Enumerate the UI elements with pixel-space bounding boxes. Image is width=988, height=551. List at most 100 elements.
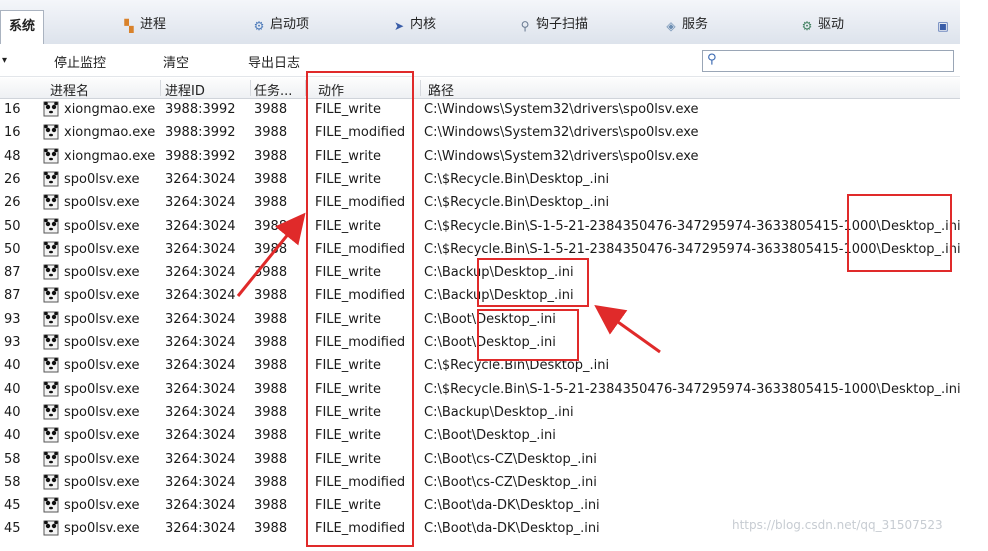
process-id: 3264:3024 xyxy=(165,195,236,211)
row-index: 40 xyxy=(4,381,21,397)
task-id: 3988 xyxy=(254,241,288,257)
process-name: spo0lsv.exe xyxy=(64,381,140,397)
tab-process[interactable]: ▚ 进程 xyxy=(122,12,166,38)
row-index: 93 xyxy=(4,311,21,327)
tab-kernel[interactable]: ➤ 内核 xyxy=(392,12,436,38)
table-row[interactable]: 50 spo0lsv.exe 3264:3024 3988 FILE_write C:\$… xyxy=(0,216,961,239)
row-index: 58 xyxy=(4,451,21,467)
process-name: xiongmao.exe xyxy=(64,125,156,141)
table-row[interactable]: 26 spo0lsv.exe 3264:3024 3988 FILE_write C:\$… xyxy=(0,169,960,192)
process-name: spo0lsv.exe xyxy=(64,265,140,281)
tab-hook-scan[interactable]: ⚲ 钩子扫描 xyxy=(518,12,588,38)
action: FILE_write xyxy=(315,451,381,467)
column-divider xyxy=(160,80,161,96)
tab-service[interactable]: ◈ 服务 xyxy=(664,12,708,38)
column-header-task[interactable]: 任务... xyxy=(254,80,292,99)
action: FILE_write xyxy=(315,498,381,514)
process-id: 3988:3992 xyxy=(165,148,236,164)
process-id: 3264:3024 xyxy=(165,381,236,397)
process-id: 3264:3024 xyxy=(165,428,236,444)
action: FILE_modified xyxy=(315,335,406,350)
row-index: 40 xyxy=(4,428,21,444)
row-index: 93 xyxy=(4,335,21,350)
action: FILE_write xyxy=(315,148,381,164)
table-row[interactable]: 45 spo0lsv.exe 3264:3024 3988 FILE_write C:\B… xyxy=(0,495,960,518)
row-index: 50 xyxy=(4,218,21,234)
column-header-pid[interactable]: 进程ID xyxy=(165,80,205,99)
file-path: C:\Boot\Desktop_.ini xyxy=(424,335,556,350)
process-id: 3264:3024 xyxy=(165,358,236,374)
task-id: 3988 xyxy=(254,171,288,187)
column-divider xyxy=(420,80,421,96)
process-id: 3988:3992 xyxy=(165,102,236,117)
file-path: C:\Windows\System32\drivers\spo0lsv.exe xyxy=(424,148,699,164)
column-header-path[interactable]: 路径 xyxy=(428,80,454,99)
table-row[interactable]: 93 spo0lsv.exe 3264:3024 3988 FILE_modified C… xyxy=(0,332,960,355)
process-id: 3264:3024 xyxy=(165,241,236,257)
table-row[interactable]: 40 spo0lsv.exe 3264:3024 3988 FILE_write C:\B… xyxy=(0,425,960,448)
table-row[interactable]: 40 spo0lsv.exe 3264:3024 3988 FILE_write C:\$… xyxy=(0,379,961,402)
task-id: 3988 xyxy=(254,428,288,444)
task-id: 3988 xyxy=(254,102,288,117)
search-box[interactable]: ⚲ xyxy=(702,50,954,72)
file-path: C:\Boot\Desktop_.ini xyxy=(424,428,556,444)
table-row[interactable]: 50 spo0lsv.exe 3264:3024 3988 FILE_modified C… xyxy=(0,239,961,262)
tab-bar: 系统 ▚ 进程 ⚙ 启动项 ➤ 内核 ⚲ 钩子扫描 ◈ 服务 ⚙ 驱动 ▣ xyxy=(0,0,960,45)
process-id: 3264:3024 xyxy=(165,451,236,467)
process-id: 3264:3024 xyxy=(165,335,236,350)
table-row[interactable]: 16 xiongmao.exe 3988:3992 3988 FILE_write C:\… xyxy=(0,99,960,122)
panda-process-icon xyxy=(43,101,59,117)
panda-process-icon xyxy=(43,334,59,350)
table-row[interactable]: 93 spo0lsv.exe 3264:3024 3988 FILE_write C:\B… xyxy=(0,309,960,332)
table-row[interactable]: 48 xiongmao.exe 3988:3992 3988 FILE_write C:\… xyxy=(0,146,960,169)
tab-driver[interactable]: ⚙ 驱动 xyxy=(800,12,844,38)
column-divider xyxy=(305,80,306,96)
action: FILE_modified xyxy=(315,474,406,490)
row-index: 16 xyxy=(4,125,21,141)
table-row[interactable]: 40 spo0lsv.exe 3264:3024 3988 FILE_write C:\$… xyxy=(0,355,960,378)
task-id: 3988 xyxy=(254,474,288,490)
driver-icon: ⚙ xyxy=(801,19,813,33)
table-row[interactable]: 16 xiongmao.exe 3988:3992 3988 FILE_modified… xyxy=(0,122,960,145)
column-header-process-name[interactable]: 进程名 xyxy=(50,80,89,99)
process-id: 3264:3024 xyxy=(165,474,236,490)
table-row[interactable]: 40 spo0lsv.exe 3264:3024 3988 FILE_write C:\B… xyxy=(0,402,960,425)
tab-startup[interactable]: ⚙ 启动项 xyxy=(252,12,309,38)
tab-more[interactable]: ▣ xyxy=(936,12,954,38)
process-icon: ▚ xyxy=(124,19,134,33)
file-path: C:\$Recycle.Bin\Desktop_.ini xyxy=(424,358,610,374)
tab-system[interactable]: 系统 xyxy=(0,10,45,45)
network-icon: ▣ xyxy=(937,19,949,33)
action: FILE_write xyxy=(315,428,381,444)
search-input[interactable] xyxy=(727,51,951,71)
process-name: spo0lsv.exe xyxy=(64,241,140,257)
table-row[interactable]: 87 spo0lsv.exe 3264:3024 3988 FILE_modified C… xyxy=(0,285,960,308)
action: FILE_modified xyxy=(315,521,406,537)
action: FILE_write xyxy=(315,171,381,187)
column-header-action[interactable]: 动作 xyxy=(318,80,344,99)
kernel-icon: ➤ xyxy=(393,19,405,33)
table-row[interactable]: 58 spo0lsv.exe 3264:3024 3988 FILE_modified C… xyxy=(0,472,960,495)
process-name: spo0lsv.exe xyxy=(64,474,140,490)
file-path: C:\Backup\Desktop_.ini xyxy=(424,404,574,420)
process-name: spo0lsv.exe xyxy=(64,521,140,537)
dropdown-arrow-icon[interactable]: ▾ xyxy=(2,55,7,66)
task-id: 3988 xyxy=(254,148,288,164)
process-id: 3264:3024 xyxy=(165,498,236,514)
table-row[interactable]: 87 spo0lsv.exe 3264:3024 3988 FILE_write C:\B… xyxy=(0,262,960,285)
table-row[interactable]: 58 spo0lsv.exe 3264:3024 3988 FILE_write C:\B… xyxy=(0,449,960,472)
file-path: C:\Boot\cs-CZ\Desktop_.ini xyxy=(424,451,597,467)
row-index: 26 xyxy=(4,171,21,187)
panda-process-icon xyxy=(43,264,59,280)
stop-monitor-button[interactable]: 停止监控 xyxy=(54,52,106,71)
action: FILE_write xyxy=(315,102,381,117)
table-row[interactable]: 26 spo0lsv.exe 3264:3024 3988 FILE_modified C… xyxy=(0,192,960,215)
file-path: C:\Boot\da-DK\Desktop_.ini xyxy=(424,521,600,537)
clear-button[interactable]: 清空 xyxy=(163,52,189,71)
process-id: 3264:3024 xyxy=(165,404,236,420)
export-log-button[interactable]: 导出日志 xyxy=(248,52,300,71)
file-path: C:\$Recycle.Bin\Desktop_.ini xyxy=(424,171,610,187)
task-id: 3988 xyxy=(254,381,288,397)
file-path: C:\Windows\System32\drivers\spo0lsv.exe xyxy=(424,125,699,141)
process-name: spo0lsv.exe xyxy=(64,404,140,420)
